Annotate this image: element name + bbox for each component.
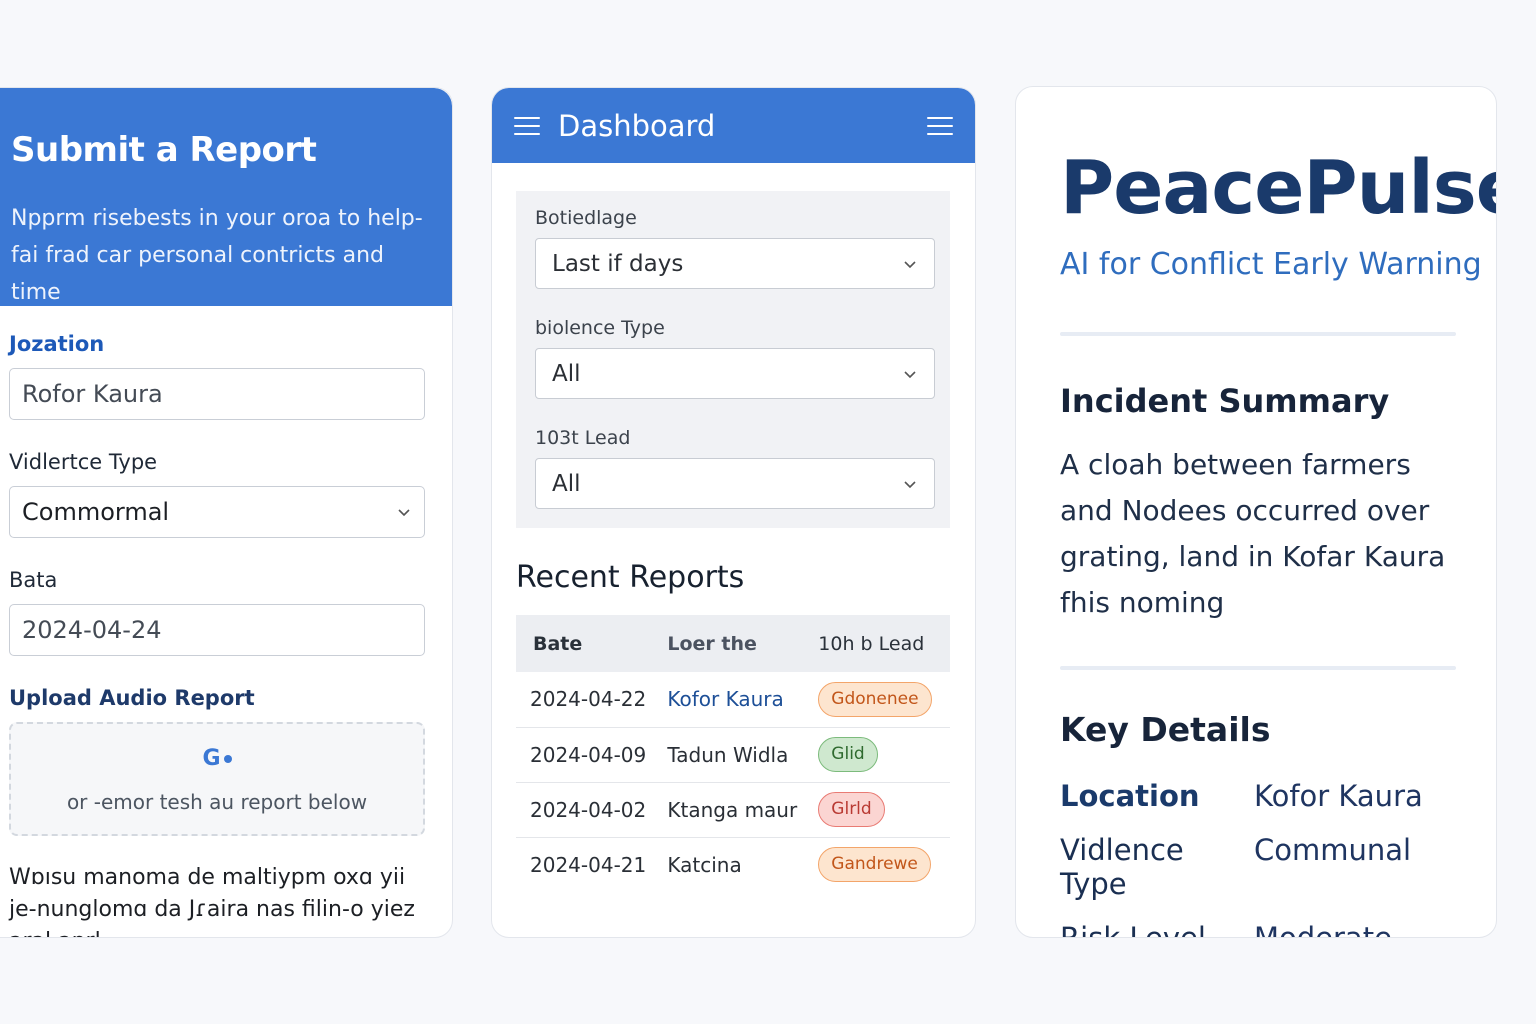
detail-value-risk-level: Moderate [1254, 921, 1392, 938]
brand-tagline: AI for Conflict Early Warning [1060, 247, 1482, 282]
upload-icon-letter: G [202, 746, 221, 771]
filter-select-violence-type[interactable]: All [535, 348, 935, 399]
chevron-down-icon [396, 504, 412, 520]
upload-hint: or -emor tesh au report below [66, 790, 368, 814]
submit-report-panel: Submit a Report Npprm risebests in your … [0, 87, 453, 938]
detail-value-location: Kofor Kaura [1254, 779, 1423, 813]
status-badge: Gandrewe [818, 847, 931, 883]
recent-reports-title: Recent Reports [516, 560, 745, 595]
recent-reports-table: Bate Loer the 10h b Lead 2024-04-22 Kofo… [516, 615, 950, 892]
date-input-value: 2024-04-24 [22, 616, 162, 644]
dashboard-title: Dashboard [558, 108, 716, 143]
column-header-date[interactable]: Bate [516, 615, 668, 672]
violence-type-value: Commormal [22, 498, 170, 526]
divider [1060, 332, 1456, 336]
chevron-down-icon [902, 366, 918, 382]
submit-report-header: Submit a Report Npprm risebests in your … [0, 88, 452, 306]
date-input[interactable]: 2024-04-24 [9, 604, 425, 656]
chevron-down-icon [902, 476, 918, 492]
detail-key-risk-level: Risk Level [1060, 921, 1206, 938]
table-row[interactable]: 2024-04-22 Kofor Kaura Gdonenee [516, 672, 950, 728]
location-input[interactable]: Rofor Kaura [9, 368, 425, 420]
status-badge: Glid [818, 737, 878, 772]
row-location: Ktanga maur [667, 782, 819, 838]
key-details-list: Location Kofor Kaura Vidlence Type Commu… [1060, 779, 1496, 938]
row-date: 2024-04-09 [516, 727, 668, 783]
row-location: Tadun Widla [667, 727, 819, 783]
incident-summary-text: A cloah between farmers and Nodees occur… [1060, 448, 1446, 619]
filters-box: Botiedlage Last if days biolence Type Al… [516, 191, 950, 528]
filter-label-risk-level: 103t Lead [535, 427, 631, 449]
submit-report-description: Npprm risebests in your oroa to help-fai… [11, 206, 423, 305]
audio-upload-dropzone[interactable]: G or -emor tesh au report below [9, 722, 425, 836]
brand-title: PeacePulse [1060, 145, 1497, 231]
menu-icon-right[interactable] [927, 116, 953, 135]
column-header-location[interactable]: Loer the [667, 615, 819, 672]
chevron-down-icon [902, 256, 918, 272]
menu-icon[interactable] [514, 116, 540, 135]
status-badge: Gdonenee [818, 681, 932, 717]
filter-label-violence-type: biolence Type [535, 317, 665, 339]
filter-select-risk-level[interactable]: All [535, 458, 935, 509]
table-row[interactable]: 2024-04-09 Tadun Widla Glid [516, 727, 950, 783]
row-badge-cell: Gdonenee [818, 672, 950, 728]
incident-info-panel: PeacePulse AI for Conflict Early Warning… [1015, 86, 1497, 938]
submit-report-title: Submit a Report [11, 130, 317, 170]
table-header-row: Bate Loer the 10h b Lead [516, 615, 950, 672]
row-date: 2024-04-02 [516, 782, 668, 838]
dashboard-panel: Dashboard Botiedlage Last if days biolen… [491, 87, 976, 938]
table-row[interactable]: 2024-04-02 Ktanga maur Glrld [516, 782, 950, 838]
google-mic-icon: G [11, 746, 423, 774]
upload-audio-label: Upload Audio Report [9, 686, 255, 710]
row-location: Katcina [667, 852, 742, 877]
filter-label-date-range: Botiedlage [535, 207, 637, 229]
location-label: Jozation [9, 332, 105, 356]
filter-select-date-range[interactable]: Last if days [535, 238, 935, 289]
row-badge-cell: Glid [818, 727, 950, 783]
location-input-value: Rofor Kaura [22, 380, 163, 408]
row-badge-cell: Gandrewe [818, 837, 950, 892]
row-date: 2024-04-22 [516, 672, 668, 728]
detail-key-violence-type: Vidlence Type [1060, 833, 1184, 901]
row-badge-cell: Glrld [818, 782, 950, 838]
row-location: Kofor Kaura [667, 672, 819, 728]
filter-value-violence-type: All [552, 360, 581, 387]
key-details-title: Key Details [1060, 710, 1271, 749]
detail-value-violence-type: Communal [1254, 833, 1412, 867]
violence-type-select[interactable]: Commormal [9, 486, 425, 538]
report-note: Wɒısu manoma de maltiypm oxɑ yii je-nung… [9, 865, 415, 937]
date-label: Bata [9, 568, 58, 592]
table-row[interactable]: 2024-04-21 Katcina Gandrewe [516, 837, 950, 892]
divider [1060, 666, 1456, 670]
incident-summary-title: Incident Summary [1060, 382, 1390, 420]
status-badge: Glrld [818, 792, 885, 827]
detail-key-location: Location [1060, 779, 1200, 813]
row-date: 2024-04-21 [530, 852, 647, 877]
dashboard-topbar: Dashboard [492, 88, 975, 163]
filter-value-risk-level: All [552, 470, 581, 497]
report-form: Jozation Rofor Kaura Vidlertce Type Comm… [0, 306, 452, 937]
violence-type-label: Vidlertce Type [9, 450, 158, 474]
filter-value-date-range: Last if days [552, 250, 684, 277]
column-header-risk[interactable]: 10h b Lead [818, 615, 950, 672]
